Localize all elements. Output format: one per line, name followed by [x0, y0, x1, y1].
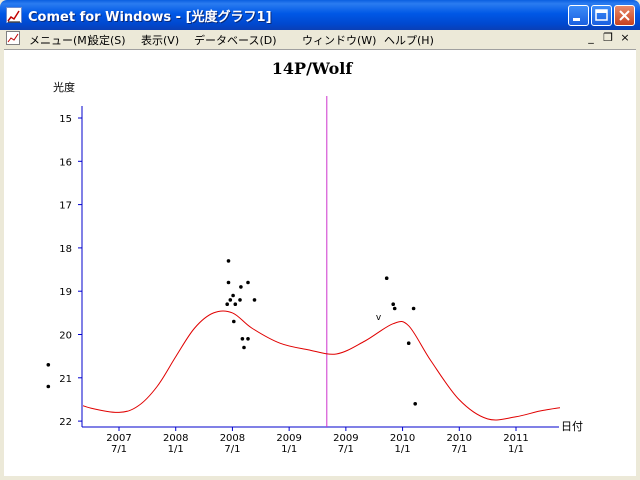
x-tick-date: 1/1 — [395, 444, 411, 455]
observation-point — [246, 280, 250, 285]
y-axis-label: 光度 — [53, 80, 75, 94]
x-tick-year: 2007 — [106, 433, 131, 444]
light-curve-chart: 14P/Wolf 光度 日付 1516171819202122 20077/12… — [46, 59, 583, 455]
chart-doc-icon[interactable] — [6, 31, 20, 48]
observation-point — [228, 298, 233, 302]
x-tick-date: 7/1 — [338, 444, 354, 455]
app-window: Comet for Windows - [光度グラフ1] メニュー(M) 設定(… — [0, 0, 640, 480]
x-tick-year: 2010 — [390, 433, 415, 444]
observation-point — [226, 280, 231, 285]
menu-item-database[interactable]: データベース(D) — [194, 32, 277, 48]
observation-point — [406, 341, 411, 346]
observation-point — [246, 337, 250, 341]
close-button[interactable] — [614, 5, 635, 26]
x-tick-date: 1/1 — [168, 444, 184, 455]
observation-point — [233, 302, 238, 306]
y-tick-label: 18 — [59, 244, 72, 255]
menu-item-view[interactable]: 表示(V) — [141, 32, 179, 48]
y-tick-label: 22 — [59, 417, 72, 428]
x-tick-year: 2011 — [503, 433, 528, 444]
x-tick-date: 7/1 — [224, 444, 240, 455]
observation-point — [252, 298, 257, 302]
y-tick-label: 16 — [59, 157, 72, 168]
x-tick-date: 7/1 — [111, 444, 127, 455]
observation-point — [240, 337, 245, 341]
x-axis-label: 日付 — [561, 420, 583, 433]
x-tick-year: 2008 — [220, 433, 245, 444]
menu-item-settings[interactable]: 設定(S) — [88, 32, 126, 48]
x-tick-year: 2010 — [447, 433, 472, 444]
y-tick-label: 17 — [59, 201, 72, 212]
observation-point — [411, 306, 416, 311]
menu-bar: メニュー(M) 設定(S) 表示(V) データベース(D) ウィンドウ(W) ヘ… — [4, 30, 636, 48]
menu-item-window[interactable]: ウィンドウ(W) — [302, 32, 376, 48]
x-tick-year: 2008 — [163, 433, 188, 444]
minimize-button[interactable] — [568, 5, 589, 26]
x-tick-date: 7/1 — [451, 444, 467, 455]
x-tick-date: 1/1 — [281, 444, 297, 455]
upper-limit-marker: v — [376, 313, 382, 323]
y-tick-label: 19 — [59, 287, 72, 298]
observation-point — [46, 384, 51, 389]
graph-document: 14P/Wolf 光度 日付 15 16 17 18 19 20 21 22 2007 7/1 2… — [4, 49, 636, 476]
x-tick-year: 2009 — [333, 433, 358, 444]
menu-item-help[interactable]: ヘルプ(H) — [384, 32, 434, 48]
close-icon — [615, 10, 634, 29]
maximize-button[interactable] — [591, 5, 612, 26]
observation-point — [225, 302, 229, 306]
maximize-icon — [592, 9, 611, 29]
mdi-close-button[interactable]: × — [618, 32, 632, 45]
minimize-icon — [569, 10, 588, 29]
y-tick-label: 21 — [59, 374, 72, 385]
predicted-magnitude-curve — [83, 310, 560, 421]
y-tick-label: 15 — [59, 114, 72, 125]
mdi-minimize-button[interactable]: _ — [584, 32, 598, 45]
y-tick-label: 20 — [59, 331, 72, 342]
x-tick-date: 1/1 — [508, 444, 524, 455]
observation-point — [392, 306, 397, 311]
app-icon — [6, 7, 22, 23]
observation-point — [232, 319, 236, 324]
observation-point — [239, 285, 243, 289]
observation-point — [226, 259, 231, 263]
menu-item-menu[interactable]: メニュー(M) — [29, 32, 91, 48]
observation-point — [231, 293, 235, 298]
title-bar[interactable]: Comet for Windows - [光度グラフ1] — [0, 0, 640, 30]
observation-point — [413, 402, 418, 406]
observation-point — [46, 363, 51, 367]
observation-point — [384, 276, 389, 280]
mdi-restore-button[interactable]: ❐ — [601, 32, 615, 45]
chart-title: 14P/Wolf — [272, 59, 354, 78]
window-title: Comet for Windows - [光度グラフ1] — [28, 10, 272, 25]
observation-point — [391, 302, 396, 306]
x-tick-year: 2009 — [276, 433, 301, 444]
observation-point — [242, 345, 246, 350]
observation-point — [238, 298, 242, 302]
